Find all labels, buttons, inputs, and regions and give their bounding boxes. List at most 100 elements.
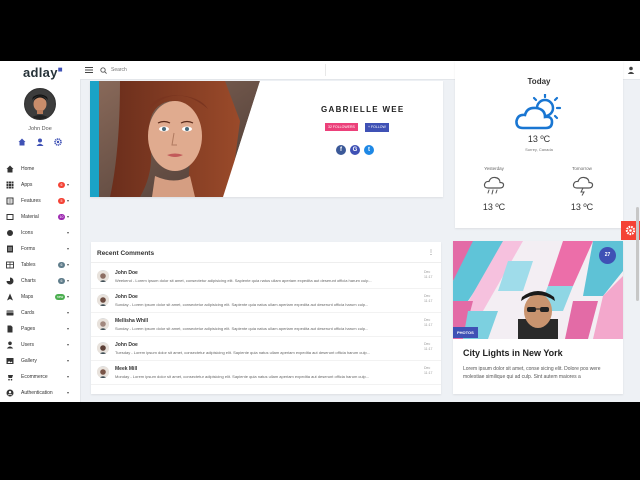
chevron-down-icon: ▾: [67, 230, 70, 235]
sidebar-menu: Home Apps 6 ▾ Features 5 ▾ Material 10 ▾ Icons ▾ For…: [0, 161, 80, 401]
comment-author: John Doe: [115, 294, 138, 300]
user-actions: [18, 138, 62, 146]
twitter-icon[interactable]: t: [364, 145, 374, 155]
followers-button[interactable]: 32 FOLLOWERS: [325, 123, 358, 131]
chevron-down-icon: ▾: [67, 310, 70, 315]
sidebar-item-label: Maps: [21, 294, 34, 300]
sidebar-item-label: Ecommerce: [21, 374, 48, 380]
sidebar-item-label: Users: [21, 342, 35, 348]
home-icon: [6, 165, 14, 173]
gallery-icon: [6, 358, 14, 364]
partly-cloudy-icon: [515, 94, 562, 130]
count-badge: 6: [58, 262, 65, 268]
sidebar-item-label: Forms: [21, 246, 36, 252]
sidebar-item-label: Material: [21, 214, 39, 220]
comment-author: John Doe: [115, 270, 138, 276]
icons-icon: [7, 230, 13, 236]
comment-row[interactable]: John Doe Weekend - Lorem ipsum dolor sit …: [91, 264, 441, 289]
sidebar-item-gallery[interactable]: Gallery ▾: [0, 353, 80, 369]
count-badge: 6: [58, 278, 65, 284]
weather-temp: 13 ºC: [527, 134, 551, 144]
scrollbar-thumb[interactable]: [636, 207, 639, 301]
sidebar-item-tables[interactable]: Tables 6 ▾: [0, 257, 80, 273]
comment-time: Dec 11:17: [424, 318, 433, 327]
yesterday-label: Yesterday: [484, 166, 504, 171]
comment-avatar: [97, 294, 109, 306]
photos-tag[interactable]: PHOTOS: [453, 327, 478, 338]
search-icon: [100, 67, 107, 74]
user-avatar[interactable]: [24, 88, 56, 120]
comment-row[interactable]: Meek Mill Monday - Lorem ipsum dolor sit …: [91, 360, 441, 385]
sidebar-item-home[interactable]: Home: [0, 161, 80, 177]
sidebar-item-label: Gallery: [21, 358, 37, 364]
features-icon: [6, 197, 14, 205]
profile-icon[interactable]: [36, 138, 44, 146]
comment-author: Meek Mill: [115, 366, 138, 372]
comment-text: Monday - Lorem ipsum dolor sit amet, con…: [115, 374, 370, 379]
photo-image[interactable]: [453, 241, 623, 339]
brand-logo[interactable]: adlay■: [23, 65, 63, 80]
chevron-down-icon: ▾: [67, 246, 70, 251]
recent-comments-card: Recent Comments ⋮ John Doe Weekend - Lore…: [91, 242, 441, 394]
sidebar-item-material[interactable]: Material 10 ▾: [0, 209, 80, 225]
count-badge: 10: [58, 214, 65, 220]
sidebar-item-label: Authentication: [21, 390, 53, 396]
comment-avatar: [97, 342, 109, 354]
comment-row[interactable]: Mellisha Whill Sunday - Lorem ipsum dolor…: [91, 312, 441, 337]
sidebar: adlay■ John Doe Home Apps 6 ▾ Features 5 ▾ Mate…: [0, 61, 81, 402]
comment-time: Dec 11:17: [424, 342, 433, 351]
comment-time: Dec 11:17: [424, 294, 433, 303]
comment-row[interactable]: John Doe Tuesday - Lorem ipsum dolor sit …: [91, 336, 441, 361]
profile-card: GABRIELLE WEE 32 FOLLOWERS + FOLLOW f G …: [90, 81, 443, 197]
chevron-down-icon: ▾: [67, 374, 70, 379]
sidebar-item-forms[interactable]: Forms ▾: [0, 241, 80, 257]
comment-text: Weekend - Lorem ipsum dolor sit amet, co…: [115, 278, 372, 283]
sidebar-item-maps[interactable]: Maps new ▾: [0, 289, 80, 305]
chevron-down-icon: ▾: [67, 342, 70, 347]
divider: [91, 262, 441, 263]
google-icon[interactable]: G: [350, 145, 360, 155]
sidebar-item-icons[interactable]: Icons ▾: [0, 225, 80, 241]
chevron-down-icon: ▾: [67, 182, 70, 187]
count-badge: new: [55, 294, 65, 300]
facebook-icon[interactable]: f: [336, 145, 346, 155]
sidebar-item-ecommerce[interactable]: Ecommerce ▾: [0, 369, 80, 385]
chevron-down-icon: ▾: [67, 326, 70, 331]
chevron-down-icon: ▾: [67, 390, 70, 395]
users-icon: [6, 341, 14, 349]
comment-time: Dec 11:17: [424, 270, 433, 279]
follow-button[interactable]: + FOLLOW: [365, 123, 389, 132]
profile-name: GABRIELLE WEE: [321, 105, 405, 114]
profile-cover-image: [90, 81, 260, 197]
pages-icon: [7, 325, 13, 333]
weather-location: Surrey, Canada: [525, 147, 553, 152]
comment-text: Tuesday - Lorem ipsum dolor sit amet, co…: [115, 350, 371, 355]
home-icon[interactable]: [18, 138, 26, 146]
sidebar-item-authentication[interactable]: Authentication ▾: [0, 385, 80, 401]
account-icon[interactable]: [627, 66, 635, 74]
sidebar-item-apps[interactable]: Apps 6 ▾: [0, 177, 80, 193]
search-input[interactable]: [111, 65, 311, 74]
sidebar-item-charts[interactable]: Charts 6 ▾: [0, 273, 80, 289]
comment-author: John Doe: [115, 342, 138, 348]
sidebar-item-pages[interactable]: Pages ▾: [0, 321, 80, 337]
comment-avatar: [97, 366, 109, 378]
sidebar-item-users[interactable]: Users ▾: [0, 337, 80, 353]
chevron-down-icon: ▾: [67, 198, 70, 203]
material-icon: [6, 214, 14, 220]
comment-text: Sunday - Lorem ipsum dolor sit amet, con…: [115, 326, 369, 331]
more-options-icon[interactable]: ⋮: [428, 249, 434, 256]
sidebar-item-cards[interactable]: Cards ▾: [0, 305, 80, 321]
sidebar-item-label: Tables: [21, 262, 36, 268]
comment-avatar: [97, 318, 109, 330]
settings-icon[interactable]: [54, 138, 62, 146]
chevron-down-icon: ▾: [67, 358, 70, 363]
photo-title[interactable]: City Lights in New York: [463, 348, 563, 358]
apps-icon: [6, 181, 14, 189]
dashboard-app: adlay■ John Doe Home Apps 6 ▾ Features 5 ▾ Mate…: [0, 61, 640, 402]
comment-row[interactable]: John Doe Sunday - Lorem ipsum dolor sit a…: [91, 288, 441, 313]
menu-toggle-icon[interactable]: [85, 66, 93, 74]
photo-count-badge: 27: [599, 247, 616, 264]
tables-icon: [6, 261, 14, 269]
sidebar-item-features[interactable]: Features 5 ▾: [0, 193, 80, 209]
